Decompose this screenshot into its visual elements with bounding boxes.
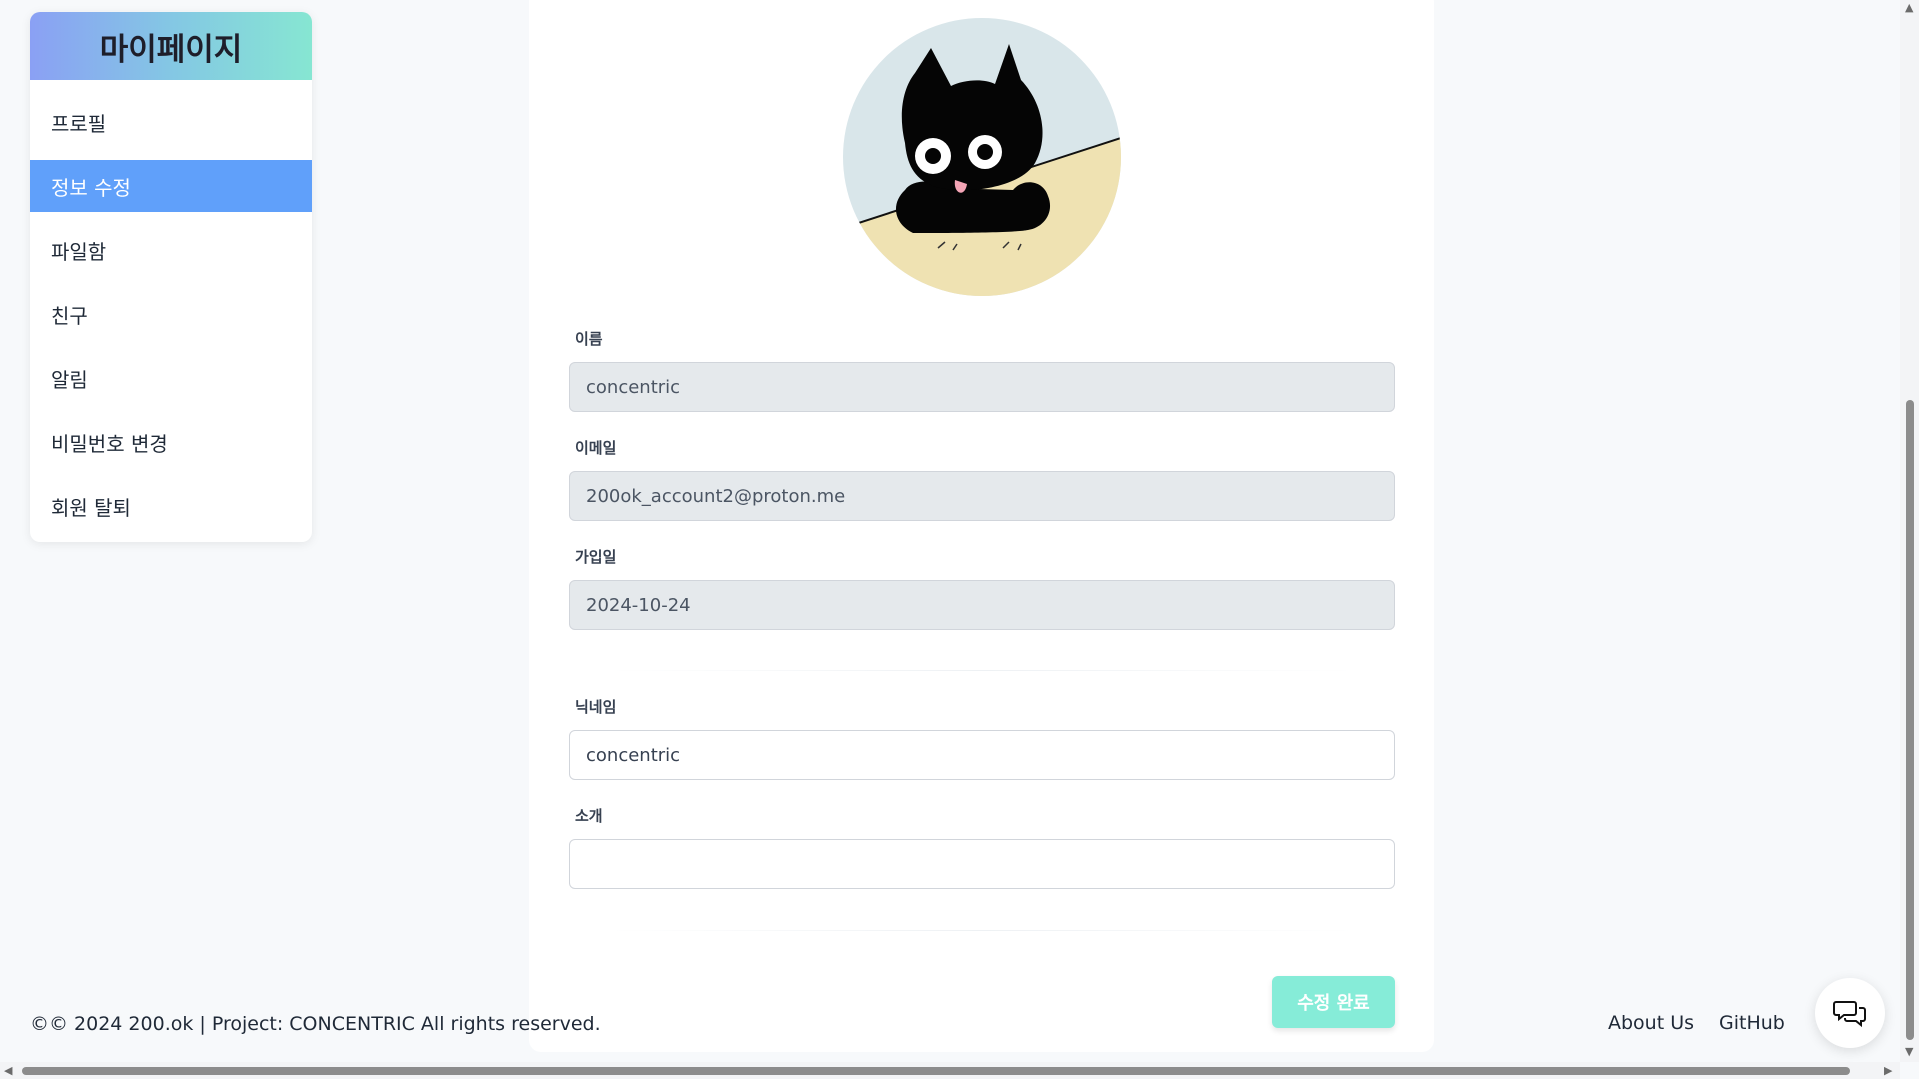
edit-profile-card: 이름 이메일 가입일 닉네임 소개 수정 완료 [529, 0, 1434, 1052]
divider [609, 930, 1355, 931]
email-label: 이메일 [575, 439, 617, 457]
sidebar-item-withdraw[interactable]: 회원 탈퇴 [30, 480, 312, 532]
email-field[interactable] [569, 471, 1395, 521]
github-link[interactable]: GitHub [1719, 1012, 1785, 1034]
page: 마이페이지 프로필 정보 수정 파일함 친구 알림 비밀번호 변경 회원 탈퇴 [0, 0, 1919, 1079]
sidebar-item-profile[interactable]: 프로필 [30, 96, 312, 148]
vertical-scrollbar[interactable]: ▲ ▼ [1900, 0, 1919, 1062]
submit-button[interactable]: 수정 완료 [1272, 976, 1395, 1028]
scroll-up-arrow-icon[interactable]: ▲ [1905, 2, 1913, 13]
sidebar-item-files[interactable]: 파일함 [30, 224, 312, 276]
about-us-link[interactable]: About Us [1608, 1012, 1694, 1034]
sidebar-title: 마이페이지 [30, 12, 312, 80]
sidebar-item-change-password[interactable]: 비밀번호 변경 [30, 416, 312, 468]
joined-date-label: 가입일 [575, 548, 617, 566]
divider [609, 670, 1355, 671]
sidebar: 마이페이지 프로필 정보 수정 파일함 친구 알림 비밀번호 변경 회원 탈퇴 [30, 12, 312, 542]
intro-label: 소개 [575, 807, 603, 825]
scroll-right-arrow-icon[interactable]: ▶ [1884, 1065, 1892, 1076]
horizontal-scrollbar[interactable]: ◀ ▶ [0, 1062, 1900, 1079]
sidebar-item-friends[interactable]: 친구 [30, 288, 312, 340]
avatar-cat-image [843, 18, 1121, 296]
nickname-field[interactable] [569, 730, 1395, 780]
horizontal-scroll-thumb[interactable] [22, 1067, 1850, 1075]
sidebar-item-notifications[interactable]: 알림 [30, 352, 312, 404]
intro-field[interactable] [569, 839, 1395, 889]
chat-bubbles-icon [1833, 1001, 1866, 1028]
sidebar-item-edit-info[interactable]: 정보 수정 [30, 160, 312, 212]
vertical-scroll-thumb[interactable] [1906, 400, 1914, 1040]
scroll-down-arrow-icon[interactable]: ▼ [1905, 1046, 1913, 1057]
copyright-text: ©© 2024 200.ok | Project: CONCENTRIC All… [30, 1013, 601, 1035]
name-label: 이름 [575, 330, 603, 348]
chat-button[interactable] [1815, 978, 1885, 1048]
nickname-label: 닉네임 [575, 698, 617, 716]
joined-date-field[interactable] [569, 580, 1395, 630]
name-field[interactable] [569, 362, 1395, 412]
sidebar-menu: 프로필 정보 수정 파일함 친구 알림 비밀번호 변경 회원 탈퇴 [30, 96, 312, 532]
profile-avatar[interactable] [843, 18, 1121, 296]
scroll-left-arrow-icon[interactable]: ◀ [4, 1065, 12, 1076]
